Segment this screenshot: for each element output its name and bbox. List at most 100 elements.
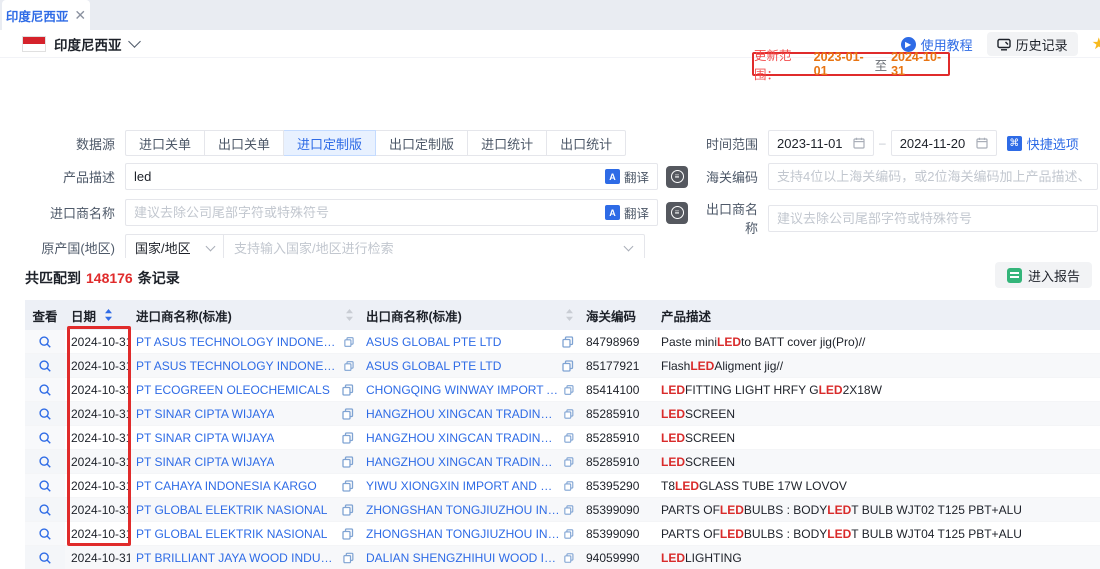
importer-name[interactable]: PT ECOGREEN OLEOCHEMICALS (136, 383, 330, 397)
copy-icon[interactable] (562, 336, 574, 348)
importer-link[interactable]: PT BRILLIANT JAYA WOOD INDUSTRY (130, 551, 360, 565)
hs-code-input[interactable] (777, 169, 1089, 184)
col-header-importer[interactable]: 进口商名称(标准) (130, 306, 360, 325)
copy-icon[interactable] (562, 360, 574, 372)
copy-icon[interactable] (344, 336, 354, 348)
exporter-link[interactable]: ASUS GLOBAL PTE LTD (360, 359, 580, 373)
exporter-name[interactable]: ASUS GLOBAL PTE LTD (366, 335, 501, 349)
copy-icon[interactable] (564, 432, 574, 444)
tutorial-link[interactable]: ▶ 使用教程 (901, 35, 973, 54)
datasource-tab-3[interactable]: 出口定制版 (376, 130, 468, 156)
exporter-name[interactable]: ZHONGSHAN TONGJIUZHOU INTERNA... (366, 527, 560, 541)
view-detail-button[interactable] (25, 498, 65, 521)
col-header-exporter[interactable]: 出口商名称(标准) (360, 306, 580, 325)
importer-name[interactable]: PT BRILLIANT JAYA WOOD INDUSTRY (136, 551, 339, 565)
translate-button[interactable]: A 翻译 (605, 167, 649, 186)
exporter-name-input[interactable] (777, 211, 1089, 226)
importer-name[interactable]: PT SINAR CIPTA WIJAYA (136, 431, 274, 445)
copy-icon[interactable] (564, 552, 574, 564)
sort-icon-active[interactable] (104, 308, 113, 322)
exporter-name[interactable]: HANGZHOU XINGCAN TRADING CO LTD (366, 407, 560, 421)
copy-icon[interactable] (342, 504, 354, 516)
exporter-link[interactable]: HANGZHOU XINGCAN TRADING CO LTD (360, 431, 580, 445)
importer-name-input[interactable] (134, 205, 605, 220)
copy-icon[interactable] (564, 504, 574, 516)
exporter-name[interactable]: YIWU XIONGXIN IMPORT AND EXPORT... (366, 479, 560, 493)
exporter-name[interactable]: HANGZHOU XINGCAN TRADING CO LTD (366, 431, 560, 445)
exporter-name[interactable]: DALIAN SHENGZHIHUI WOOD INDUST... (366, 551, 560, 565)
importer-name[interactable]: PT CAHAYA INDONESIA KARGO (136, 479, 317, 493)
view-detail-button[interactable] (25, 426, 65, 449)
importer-name[interactable]: PT GLOBAL ELEKTRIK NASIONAL (136, 527, 327, 541)
copy-icon[interactable] (342, 432, 354, 444)
match-options-button[interactable]: ≡ (666, 166, 688, 188)
sort-icon[interactable] (565, 308, 574, 322)
date-from-value[interactable] (777, 136, 853, 151)
view-detail-button[interactable] (25, 450, 65, 473)
view-detail-button[interactable] (25, 546, 65, 569)
datasource-tab-0[interactable]: 进口关单 (125, 130, 205, 156)
importer-name[interactable]: PT ASUS TECHNOLOGY INDONESIA BA... (136, 359, 340, 373)
exporter-name[interactable]: HANGZHOU XINGCAN TRADING CO LTD (366, 455, 560, 469)
importer-link[interactable]: PT ASUS TECHNOLOGY INDONESIA BA... (130, 359, 360, 373)
datasource-tab-2[interactable]: 进口定制版 (284, 130, 376, 156)
exporter-link[interactable]: ASUS GLOBAL PTE LTD (360, 335, 580, 349)
product-desc-input[interactable] (134, 169, 605, 184)
view-detail-button[interactable] (25, 330, 65, 353)
exporter-name[interactable]: ZHONGSHAN TONGJIUZHOU INTERNA... (366, 503, 560, 517)
view-detail-button[interactable] (25, 474, 65, 497)
date-to-input[interactable] (891, 130, 997, 156)
importer-link[interactable]: PT SINAR CIPTA WIJAYA (130, 431, 360, 445)
datasource-tab-1[interactable]: 出口关单 (205, 130, 284, 156)
sort-icon[interactable] (345, 308, 354, 322)
quick-options-link[interactable]: ⌘ 快捷选项 (1007, 134, 1079, 153)
close-icon[interactable]: ✕ (74, 8, 86, 22)
exporter-link[interactable]: HANGZHOU XINGCAN TRADING CO LTD (360, 407, 580, 421)
enter-report-button[interactable]: 进入报告 (995, 262, 1092, 288)
exporter-link[interactable]: CHONGQING WINWAY IMPORT AND E... (360, 383, 580, 397)
copy-icon[interactable] (564, 408, 574, 420)
importer-link[interactable]: PT GLOBAL ELEKTRIK NASIONAL (130, 503, 360, 517)
history-button[interactable]: 历史记录 (987, 32, 1078, 56)
view-detail-button[interactable] (25, 402, 65, 425)
view-detail-button[interactable] (25, 354, 65, 377)
datasource-tab-4[interactable]: 进口统计 (468, 130, 547, 156)
copy-icon[interactable] (342, 456, 354, 468)
copy-icon[interactable] (564, 528, 574, 540)
translate-button[interactable]: A 翻译 (605, 203, 649, 222)
copy-icon[interactable] (564, 480, 574, 492)
date-to-value[interactable] (900, 136, 976, 151)
importer-name[interactable]: PT SINAR CIPTA WIJAYA (136, 407, 274, 421)
copy-icon[interactable] (342, 384, 354, 396)
copy-icon[interactable] (342, 528, 354, 540)
datasource-tab-5[interactable]: 出口统计 (547, 130, 626, 156)
importer-link[interactable]: PT ECOGREEN OLEOCHEMICALS (130, 383, 360, 397)
exporter-link[interactable]: HANGZHOU XINGCAN TRADING CO LTD (360, 455, 580, 469)
copy-icon[interactable] (343, 552, 354, 564)
origin-select[interactable]: 国家/地区 支持输入国家/地区进行检索 (125, 234, 645, 261)
chevron-down-icon[interactable] (128, 35, 141, 48)
copy-icon[interactable] (564, 384, 574, 396)
importer-link[interactable]: PT GLOBAL ELEKTRIK NASIONAL (130, 527, 360, 541)
copy-icon[interactable] (344, 360, 354, 372)
exporter-link[interactable]: YIWU XIONGXIN IMPORT AND EXPORT... (360, 479, 580, 493)
importer-name[interactable]: PT SINAR CIPTA WIJAYA (136, 455, 274, 469)
importer-name[interactable]: PT GLOBAL ELEKTRIK NASIONAL (136, 503, 327, 517)
exporter-name[interactable]: CHONGQING WINWAY IMPORT AND E... (366, 383, 560, 397)
origin-type-select[interactable]: 国家/地区 (126, 235, 224, 260)
importer-link[interactable]: PT CAHAYA INDONESIA KARGO (130, 479, 360, 493)
importer-link[interactable]: PT SINAR CIPTA WIJAYA (130, 407, 360, 421)
view-detail-button[interactable] (25, 522, 65, 545)
importer-link[interactable]: PT ASUS TECHNOLOGY INDONESIA BA... (130, 335, 360, 349)
favorite-star-icon[interactable]: ★ (1092, 34, 1100, 54)
date-from-input[interactable] (768, 130, 874, 156)
importer-link[interactable]: PT SINAR CIPTA WIJAYA (130, 455, 360, 469)
exporter-link[interactable]: ZHONGSHAN TONGJIUZHOU INTERNA... (360, 527, 580, 541)
exporter-link[interactable]: DALIAN SHENGZHIHUI WOOD INDUST... (360, 551, 580, 565)
col-header-date[interactable]: 日期 (65, 306, 130, 325)
copy-icon[interactable] (342, 408, 354, 420)
tab-indonesia[interactable]: 印度尼西亚 ✕ (2, 0, 90, 30)
match-options-button[interactable]: ≡ (666, 202, 688, 224)
copy-icon[interactable] (564, 456, 574, 468)
exporter-link[interactable]: ZHONGSHAN TONGJIUZHOU INTERNA... (360, 503, 580, 517)
